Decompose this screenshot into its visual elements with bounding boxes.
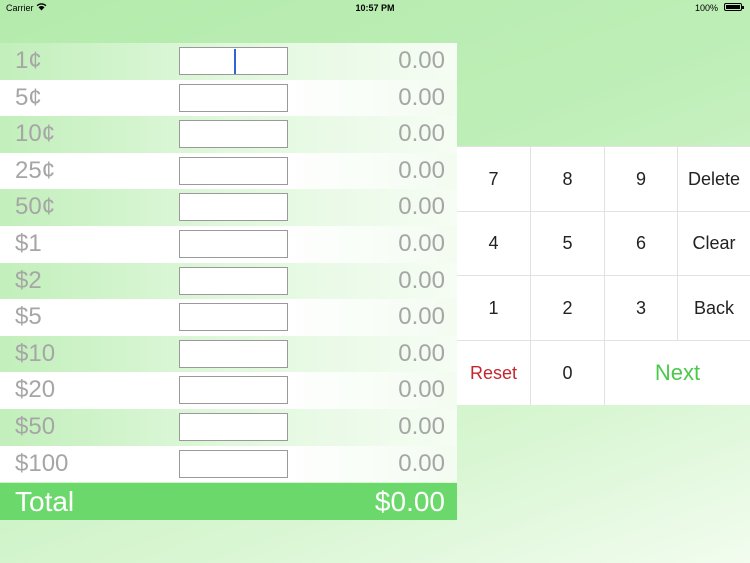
denomination-label: 10¢ bbox=[15, 120, 56, 148]
count-input[interactable] bbox=[179, 339, 288, 368]
row-amount: 0.00 bbox=[398, 339, 445, 367]
denomination-row: 50¢ 0.00 bbox=[0, 189, 457, 226]
count-input[interactable] bbox=[179, 376, 288, 405]
denomination-label: 50¢ bbox=[15, 193, 56, 221]
denomination-row: 1¢ 0.00 bbox=[0, 43, 457, 80]
denomination-label: 25¢ bbox=[15, 156, 56, 184]
keypad: 7 8 9 Delete 4 5 6 Clear 1 2 3 Back Rese… bbox=[457, 146, 750, 405]
denomination-row: $20 0.00 bbox=[0, 372, 457, 409]
denomination-label: $1 bbox=[15, 229, 42, 257]
key-8[interactable]: 8 bbox=[530, 146, 604, 211]
denomination-label: $2 bbox=[15, 266, 42, 294]
denomination-row: $5 0.00 bbox=[0, 299, 457, 336]
denomination-label: 5¢ bbox=[15, 83, 42, 111]
denomination-row: $10 0.00 bbox=[0, 335, 457, 373]
denomination-list: 1¢ 0.00 5¢ 0.00 10¢ 0.00 25¢ 0.00 50¢ 0.… bbox=[0, 43, 457, 483]
denomination-label: $10 bbox=[15, 339, 56, 367]
key-7[interactable]: 7 bbox=[457, 146, 530, 211]
battery-percent: 100% bbox=[694, 3, 718, 13]
count-input[interactable] bbox=[179, 303, 288, 332]
row-amount: 0.00 bbox=[398, 449, 445, 477]
row-amount: 0.00 bbox=[398, 266, 445, 294]
denomination-label: $50 bbox=[15, 412, 56, 440]
delete-key[interactable]: Delete bbox=[677, 146, 750, 211]
denomination-row: 10¢ 0.00 bbox=[0, 116, 457, 153]
battery-icon bbox=[724, 3, 744, 11]
reset-key[interactable]: Reset bbox=[457, 340, 530, 405]
row-amount: 0.00 bbox=[398, 120, 445, 148]
denomination-row: $2 0.00 bbox=[0, 262, 457, 300]
denomination-label: $100 bbox=[15, 449, 69, 477]
row-amount: 0.00 bbox=[398, 412, 445, 440]
count-input[interactable] bbox=[179, 47, 288, 75]
denomination-row: 5¢ 0.00 bbox=[0, 79, 457, 117]
next-button[interactable]: Next bbox=[604, 340, 750, 405]
denomination-row: 25¢ 0.00 bbox=[0, 152, 457, 190]
count-input[interactable] bbox=[179, 83, 288, 112]
total-label: Total bbox=[15, 486, 75, 517]
count-input[interactable] bbox=[179, 156, 288, 185]
denomination-label: 1¢ bbox=[15, 47, 42, 74]
row-amount: 0.00 bbox=[398, 156, 445, 184]
row-amount: 0.00 bbox=[398, 83, 445, 111]
status-time: 10:57 PM bbox=[355, 3, 395, 13]
denomination-row: $100 0.00 bbox=[0, 445, 457, 483]
key-9[interactable]: 9 bbox=[604, 146, 677, 211]
denomination-label: $20 bbox=[15, 376, 56, 404]
back-key[interactable]: Back bbox=[677, 275, 750, 340]
key-0[interactable]: 0 bbox=[530, 340, 604, 405]
count-input[interactable] bbox=[179, 266, 288, 295]
count-input[interactable] bbox=[179, 193, 288, 222]
count-input[interactable] bbox=[179, 229, 288, 258]
key-4[interactable]: 4 bbox=[457, 211, 530, 275]
clear-key[interactable]: Clear bbox=[677, 211, 750, 275]
count-input[interactable] bbox=[179, 120, 288, 149]
total-bar: Total $0.00 bbox=[0, 483, 457, 520]
key-2[interactable]: 2 bbox=[530, 275, 604, 340]
total-amount: $0.00 bbox=[374, 486, 445, 517]
row-amount: 0.00 bbox=[398, 229, 445, 257]
key-5[interactable]: 5 bbox=[530, 211, 604, 275]
row-amount: 0.00 bbox=[398, 193, 445, 221]
key-6[interactable]: 6 bbox=[604, 211, 677, 275]
key-1[interactable]: 1 bbox=[457, 275, 530, 340]
denomination-row: $50 0.00 bbox=[0, 408, 457, 446]
count-input[interactable] bbox=[179, 449, 288, 478]
row-amount: 0.00 bbox=[398, 376, 445, 404]
row-amount: 0.00 bbox=[398, 303, 445, 331]
status-bar: Carrier 10:57 PM 100% bbox=[0, 0, 750, 16]
key-3[interactable]: 3 bbox=[604, 275, 677, 340]
denomination-label: $5 bbox=[15, 303, 42, 331]
denomination-row: $1 0.00 bbox=[0, 225, 457, 263]
row-amount: 0.00 bbox=[398, 47, 445, 74]
count-input[interactable] bbox=[179, 412, 288, 441]
